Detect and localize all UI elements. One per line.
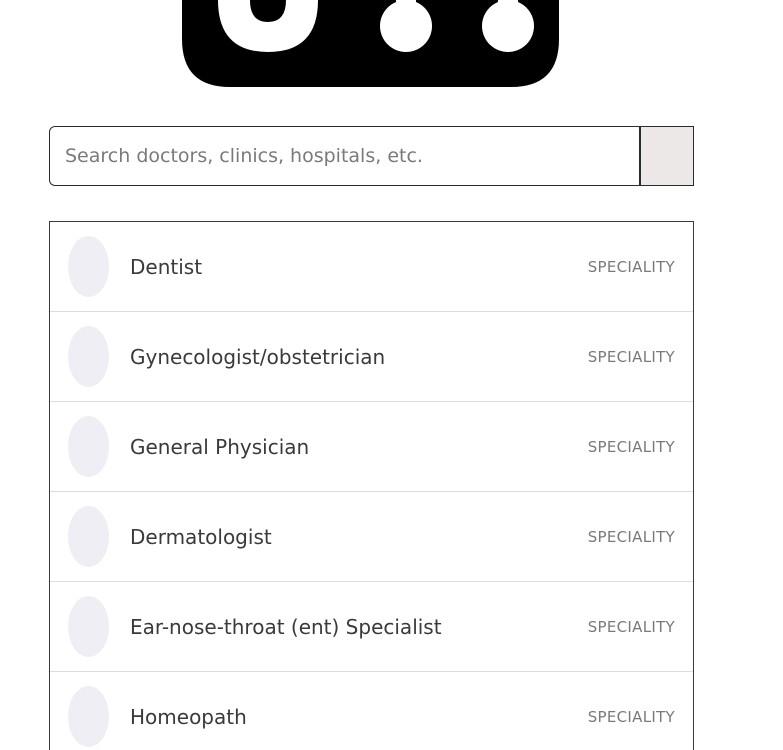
result-type: SPECIALITY (587, 708, 675, 726)
result-type: SPECIALITY (587, 348, 675, 366)
search-button[interactable] (639, 126, 694, 186)
avatar (68, 326, 109, 387)
search-results-list: Dentist SPECIALITY Gynecologist/obstetri… (49, 221, 694, 750)
result-type: SPECIALITY (587, 438, 675, 456)
list-item[interactable]: Gynecologist/obstetrician SPECIALITY (50, 312, 693, 402)
logo (182, 0, 559, 87)
result-name: Homeopath (130, 705, 247, 729)
list-item[interactable]: General Physician SPECIALITY (50, 402, 693, 492)
result-name: Ear-nose-throat (ent) Specialist (130, 615, 442, 639)
list-item[interactable]: Dentist SPECIALITY (50, 222, 693, 312)
page: Dentist SPECIALITY Gynecologist/obstetri… (0, 0, 783, 750)
search-input[interactable] (49, 126, 639, 186)
result-type: SPECIALITY (587, 528, 675, 546)
avatar (68, 596, 109, 657)
result-type: SPECIALITY (587, 618, 675, 636)
avatar (68, 416, 109, 477)
avatar (68, 506, 109, 567)
result-type: SPECIALITY (587, 258, 675, 276)
search-bar (49, 126, 694, 186)
list-item[interactable]: Dermatologist SPECIALITY (50, 492, 693, 582)
avatar (68, 686, 109, 747)
list-item[interactable]: Ear-nose-throat (ent) Specialist SPECIAL… (50, 582, 693, 672)
result-name: Gynecologist/obstetrician (130, 345, 386, 369)
result-name: Dentist (130, 255, 203, 279)
avatar (68, 236, 109, 297)
result-name: General Physician (130, 435, 310, 459)
result-name: Dermatologist (130, 525, 272, 549)
list-item[interactable]: Homeopath SPECIALITY (50, 672, 693, 750)
